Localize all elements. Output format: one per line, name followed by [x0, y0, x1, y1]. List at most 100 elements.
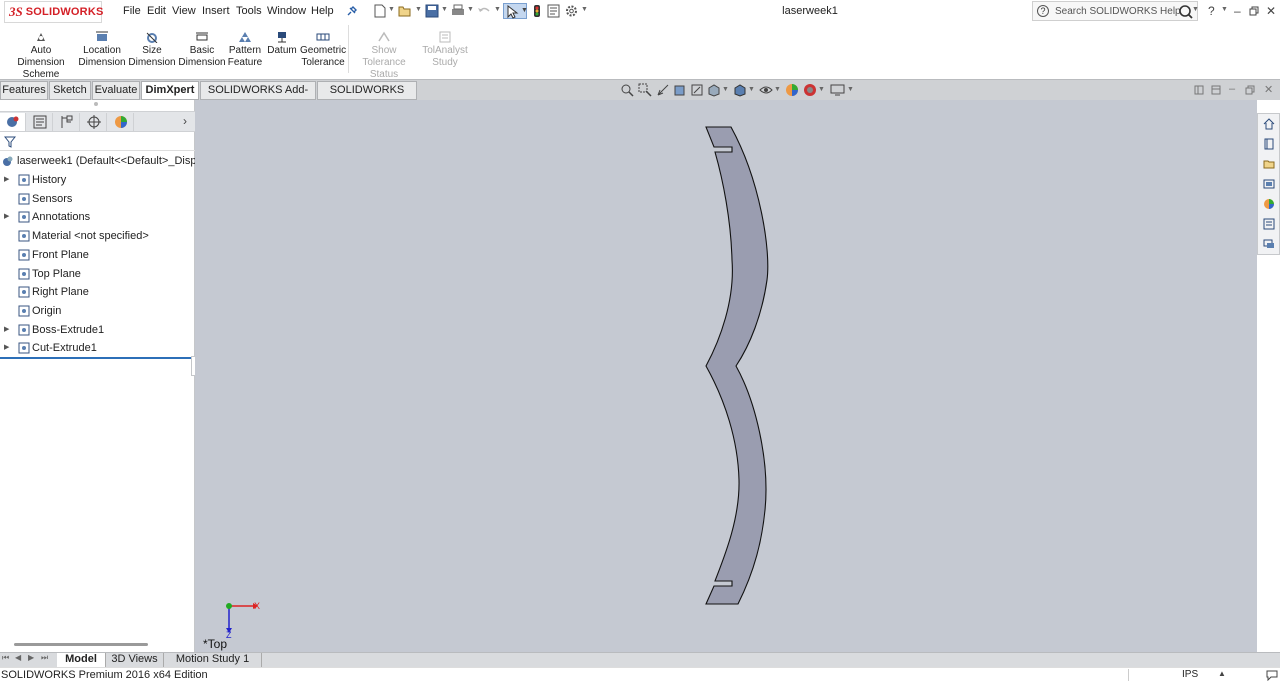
- open-folder-icon[interactable]: [398, 4, 412, 18]
- home-icon[interactable]: [1263, 118, 1275, 130]
- open-dropdown-icon[interactable]: ▼: [415, 6, 422, 13]
- search-help-box[interactable]: ? Search SOLIDWORKS Help: [1032, 1, 1198, 21]
- new-dropdown-icon[interactable]: ▼: [388, 6, 395, 13]
- appearances-icon[interactable]: [1263, 198, 1275, 210]
- restore-window-icon[interactable]: [1249, 6, 1259, 16]
- tree-item-history[interactable]: ▶ History: [0, 171, 195, 189]
- menu-edit[interactable]: Edit: [147, 5, 166, 17]
- apply-scene-icon[interactable]: [803, 83, 817, 97]
- expand-arrow-icon[interactable]: ▶: [4, 339, 9, 357]
- tab-3d-views[interactable]: 3D Views: [106, 653, 164, 667]
- close-window-icon[interactable]: ✕: [1266, 4, 1276, 18]
- dimxpertmanager-tab[interactable]: [81, 113, 107, 131]
- geometric-tolerance-button[interactable]: Geometric Tolerance: [300, 31, 346, 69]
- file-explorer-icon[interactable]: [1263, 158, 1275, 170]
- display-style-dropdown-icon[interactable]: ▼: [748, 86, 755, 93]
- file-properties-icon[interactable]: [547, 4, 560, 18]
- save-icon[interactable]: [425, 4, 439, 18]
- zoom-to-fit-icon[interactable]: [620, 83, 634, 97]
- tree-item-right-plane[interactable]: Right Plane: [0, 283, 195, 301]
- search-input[interactable]: Search SOLIDWORKS Help: [1055, 6, 1181, 17]
- tree-item-origin[interactable]: Origin: [0, 302, 195, 320]
- display-style-icon[interactable]: [733, 83, 747, 97]
- filter-bar[interactable]: [0, 133, 195, 151]
- size-dimension-button[interactable]: Size Dimension: [128, 31, 176, 69]
- menu-tools[interactable]: Tools: [236, 5, 262, 17]
- tree-item-front-plane[interactable]: Front Plane: [0, 246, 195, 264]
- tree-root-part[interactable]: laserweek1 (Default<<Default>_Display St…: [0, 152, 195, 170]
- options-gear-icon[interactable]: [565, 4, 578, 18]
- zoom-to-area-icon[interactable]: [638, 83, 652, 97]
- pattern-feature-button[interactable]: Pattern Feature: [227, 31, 263, 69]
- graphics-area[interactable]: X Z: [195, 100, 1257, 652]
- save-dropdown-icon[interactable]: ▼: [441, 6, 448, 13]
- tab-dimxpert[interactable]: DimXpert: [141, 81, 199, 100]
- tolanalyst-study-button[interactable]: TolAnalyst Study: [421, 31, 469, 69]
- tab-scroll-controls[interactable]: ⏮ ◀ ▶ ⏭: [2, 653, 54, 666]
- menu-view[interactable]: View: [172, 5, 196, 17]
- location-dimension-button[interactable]: Location Dimension: [78, 31, 126, 69]
- doc-minimize-icon[interactable]: –: [1229, 83, 1235, 95]
- horizontal-scrollbar[interactable]: [14, 643, 148, 646]
- expand-arrow-icon[interactable]: ▶: [4, 321, 9, 339]
- chevron-right-icon[interactable]: ›: [183, 114, 187, 128]
- tab-solidworks-add-ins[interactable]: SOLIDWORKS Add-Ins: [200, 81, 316, 113]
- tile-horizontal-icon[interactable]: [1194, 85, 1204, 95]
- view-orientation-icon[interactable]: [707, 83, 721, 97]
- tab-sketch[interactable]: Sketch: [49, 81, 91, 100]
- print-dropdown-icon[interactable]: ▼: [467, 6, 474, 13]
- view-orientation-dropdown-icon[interactable]: ▼: [722, 86, 729, 93]
- options-dropdown-icon[interactable]: ▼: [581, 6, 588, 13]
- prev-tab-icon[interactable]: ◀: [15, 653, 21, 662]
- datum-button[interactable]: Datum: [265, 31, 299, 57]
- select-tool-button[interactable]: ▼: [503, 3, 528, 19]
- rollback-bar[interactable]: [0, 357, 193, 359]
- tab-motion-study-1[interactable]: Motion Study 1: [164, 653, 262, 667]
- expand-arrow-icon[interactable]: ▶: [4, 208, 9, 226]
- filter-icon[interactable]: [4, 136, 16, 148]
- first-tab-icon[interactable]: ⏮: [2, 653, 9, 663]
- custom-properties-icon[interactable]: [1263, 218, 1275, 230]
- tile-vertical-icon[interactable]: [1211, 85, 1221, 95]
- show-tolerance-status-button[interactable]: Show Tolerance Status: [351, 31, 417, 81]
- dynamic-annotation-icon[interactable]: [690, 83, 704, 97]
- configurationmanager-tab[interactable]: [54, 113, 80, 131]
- next-tab-icon[interactable]: ▶: [28, 653, 34, 662]
- tree-item-sensors[interactable]: Sensors: [0, 190, 195, 208]
- design-library-icon[interactable]: [1263, 138, 1275, 150]
- edit-appearance-icon[interactable]: [785, 83, 799, 97]
- section-view-icon[interactable]: [673, 83, 687, 97]
- pin-icon[interactable]: [345, 6, 357, 18]
- doc-restore-icon[interactable]: [1245, 85, 1255, 95]
- undo-icon[interactable]: [477, 5, 491, 17]
- panel-splitter-handle[interactable]: [94, 102, 98, 106]
- expand-arrow-icon[interactable]: ▶: [4, 171, 9, 189]
- search-dropdown-icon[interactable]: ▼: [1192, 6, 1199, 13]
- minimize-window-icon[interactable]: –: [1234, 4, 1241, 18]
- auto-dimension-scheme-button[interactable]: Auto Dimension Scheme: [6, 31, 76, 81]
- print-icon[interactable]: [451, 4, 465, 18]
- tab-features[interactable]: Features: [0, 81, 48, 100]
- status-bubble-icon[interactable]: [1266, 669, 1278, 681]
- help-dropdown-icon[interactable]: ▼: [1221, 6, 1228, 13]
- tab-evaluate[interactable]: Evaluate: [92, 81, 140, 100]
- units-dropdown-icon[interactable]: ▲: [1218, 669, 1226, 678]
- featuremanager-tab[interactable]: [0, 113, 26, 131]
- propertymanager-tab[interactable]: [27, 113, 53, 131]
- menu-help[interactable]: Help: [311, 5, 334, 17]
- new-document-icon[interactable]: [374, 4, 386, 18]
- tree-item-boss-extrude1[interactable]: ▶ Boss-Extrude1: [0, 321, 195, 339]
- displaymanager-tab[interactable]: [108, 113, 134, 131]
- units-label[interactable]: IPS: [1182, 669, 1198, 680]
- apply-scene-dropdown-icon[interactable]: ▼: [818, 86, 825, 93]
- last-tab-icon[interactable]: ⏭: [41, 653, 48, 663]
- tab-model[interactable]: Model: [57, 653, 106, 667]
- forum-icon[interactable]: [1263, 238, 1275, 250]
- previous-view-icon[interactable]: [656, 83, 670, 97]
- menu-insert[interactable]: Insert: [202, 5, 230, 17]
- tree-item-top-plane[interactable]: Top Plane: [0, 265, 195, 283]
- view-settings-icon[interactable]: [830, 83, 846, 97]
- doc-close-icon[interactable]: ✕: [1264, 83, 1273, 96]
- hide-show-dropdown-icon[interactable]: ▼: [774, 86, 781, 93]
- undo-dropdown-icon[interactable]: ▼: [494, 6, 501, 13]
